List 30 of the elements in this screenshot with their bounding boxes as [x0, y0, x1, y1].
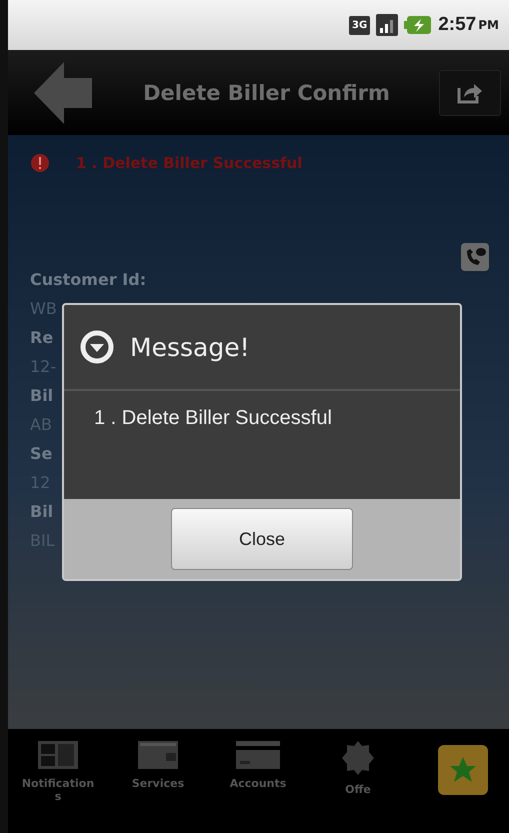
- tab[interactable]: Notifications: [8, 741, 108, 803]
- field-label: Bil: [30, 501, 54, 523]
- signal-icon: [376, 14, 398, 36]
- close-button[interactable]: Close: [171, 508, 353, 570]
- dialog-title: Message!: [130, 332, 250, 362]
- back-arrow-icon[interactable]: [34, 62, 94, 124]
- card-icon: [236, 741, 280, 769]
- tab[interactable]: Services: [108, 741, 208, 790]
- clock-time: 2:57: [438, 14, 476, 36]
- field-label: Re: [30, 327, 54, 349]
- network-type-icon: 3G: [349, 16, 370, 34]
- tab[interactable]: Accounts: [208, 741, 308, 790]
- field-label: Customer Id:: [30, 269, 146, 291]
- star-icon: [449, 756, 477, 784]
- error-icon: [30, 153, 50, 173]
- phone-chat-icon[interactable]: [461, 243, 489, 271]
- wallet-icon: [138, 741, 178, 769]
- tab[interactable]: Offe: [308, 741, 408, 796]
- battery-icon: [404, 15, 432, 35]
- grid-icon: [38, 741, 78, 769]
- dialog-message: 1 . Delete Biller Successful: [94, 407, 332, 429]
- clock-period: PM: [478, 18, 499, 32]
- error-message: 1 . Delete Biller Successful: [76, 154, 302, 172]
- share-icon: [457, 82, 483, 104]
- screen-title: Delete Biller Confirm: [142, 80, 391, 104]
- field-label: Bil: [30, 385, 54, 407]
- badge-icon: [342, 741, 374, 775]
- dropdown-circle-icon: [80, 330, 114, 364]
- share-button[interactable]: [439, 70, 501, 116]
- field-label: Se: [30, 443, 52, 465]
